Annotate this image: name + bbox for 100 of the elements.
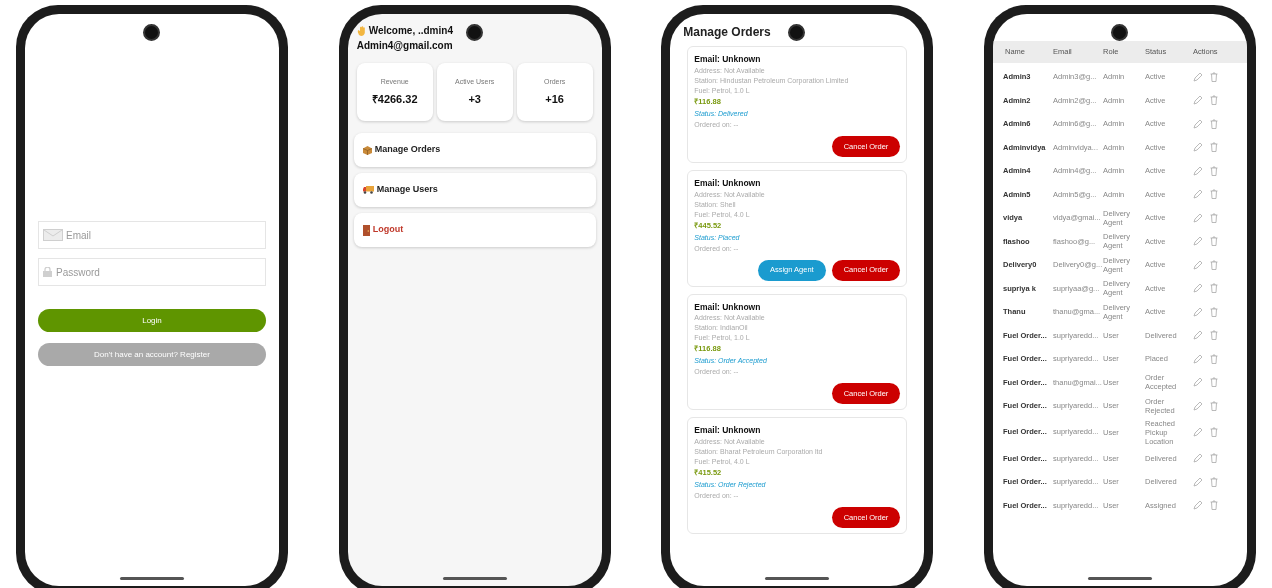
trash-icon xyxy=(1209,95,1218,106)
trash-icon xyxy=(1209,189,1218,200)
delete-button[interactable] xyxy=(1209,427,1218,437)
edit-button[interactable] xyxy=(1192,353,1203,364)
menu-item[interactable]: Manage Users xyxy=(353,173,596,207)
delete-button[interactable] xyxy=(1209,400,1218,411)
delete-button[interactable] xyxy=(1209,95,1218,106)
pencil-icon xyxy=(1192,212,1203,223)
delete-button[interactable] xyxy=(1209,236,1218,247)
stat-value: +16 xyxy=(545,91,564,107)
delete-button[interactable] xyxy=(1209,165,1218,176)
pencil-icon xyxy=(1192,118,1203,129)
email-field[interactable]: Email xyxy=(38,221,266,249)
edit-button[interactable] xyxy=(1192,212,1203,223)
login-button[interactable]: Login xyxy=(38,309,266,332)
delete-button[interactable] xyxy=(1209,212,1218,223)
trash-icon xyxy=(1209,500,1218,511)
trash-icon xyxy=(1209,236,1218,247)
delete-button[interactable] xyxy=(1209,453,1218,464)
delete-button[interactable] xyxy=(1209,142,1218,153)
delete-button[interactable] xyxy=(1209,189,1218,200)
pencil-icon xyxy=(1192,95,1203,106)
delete-button[interactable] xyxy=(1209,118,1218,129)
delete-button[interactable] xyxy=(1209,259,1218,270)
camera-hole xyxy=(143,24,160,41)
menu-item[interactable]: Manage Orders xyxy=(353,133,596,167)
trash-icon xyxy=(1209,427,1218,437)
pencil-icon xyxy=(1192,306,1203,317)
user-email: Admin4@gmail.com xyxy=(356,39,454,53)
edit-button[interactable] xyxy=(1192,500,1203,511)
home-indicator xyxy=(442,577,507,580)
order-email: Email: Unknown xyxy=(694,176,762,190)
truck-icon xyxy=(362,186,374,194)
trash-icon xyxy=(1209,71,1218,82)
pencil-icon xyxy=(1192,189,1203,200)
welcome-text: Welcome, ..dmin4 xyxy=(368,24,453,38)
trash-icon xyxy=(1209,283,1218,294)
lock-icon xyxy=(43,267,52,277)
pencil-icon xyxy=(1192,283,1203,294)
trash-icon xyxy=(1209,377,1218,388)
trash-icon xyxy=(1209,453,1218,464)
edit-button[interactable] xyxy=(1192,189,1203,200)
order-email: Email: Unknown xyxy=(694,300,762,314)
pencil-icon xyxy=(1192,142,1203,153)
delete-button[interactable] xyxy=(1209,283,1218,294)
pencil-icon xyxy=(1192,259,1203,270)
mail-icon xyxy=(43,229,63,241)
delete-button[interactable] xyxy=(1209,377,1218,388)
pencil-icon xyxy=(1192,453,1203,464)
home-indicator xyxy=(1087,577,1152,580)
pencil-icon xyxy=(1192,500,1203,511)
delete-button[interactable] xyxy=(1209,353,1218,364)
order-email: Email: Unknown xyxy=(694,53,762,66)
pencil-icon xyxy=(1192,476,1203,487)
page-title: Manage Orders xyxy=(683,24,771,41)
stat-value: ₹4266.32 xyxy=(371,91,418,107)
home-indicator xyxy=(765,577,830,580)
delete-button[interactable] xyxy=(1209,476,1218,487)
camera-hole xyxy=(1110,24,1128,41)
edit-button[interactable] xyxy=(1192,259,1203,270)
stat-value: +3 xyxy=(468,91,481,107)
trash-icon xyxy=(1209,306,1218,317)
edit-button[interactable] xyxy=(1192,236,1203,247)
password-field[interactable]: Password xyxy=(38,258,266,286)
trash-icon xyxy=(1209,330,1218,341)
edit-button[interactable] xyxy=(1192,71,1203,82)
pencil-icon xyxy=(1192,427,1203,437)
edit-button[interactable] xyxy=(1192,142,1203,153)
edit-button[interactable] xyxy=(1192,95,1203,106)
edit-button[interactable] xyxy=(1192,118,1203,129)
edit-button[interactable] xyxy=(1192,306,1203,317)
edit-button[interactable] xyxy=(1192,377,1203,388)
edit-button[interactable] xyxy=(1192,283,1203,294)
trash-icon xyxy=(1209,353,1218,364)
edit-button[interactable] xyxy=(1192,165,1203,176)
edit-button[interactable] xyxy=(1192,453,1203,464)
pencil-icon xyxy=(1192,236,1203,247)
logout-button[interactable]: Logout xyxy=(353,213,596,247)
edit-button[interactable] xyxy=(1192,476,1203,487)
edit-button[interactable] xyxy=(1192,330,1203,341)
trash-icon xyxy=(1209,212,1218,223)
edit-button[interactable] xyxy=(1192,400,1203,411)
delete-button[interactable] xyxy=(1209,330,1218,341)
pencil-icon xyxy=(1192,165,1203,176)
box-icon xyxy=(362,145,372,155)
pencil-icon xyxy=(1192,330,1203,341)
trash-icon xyxy=(1209,259,1218,270)
trash-icon xyxy=(1209,165,1218,176)
edit-button[interactable] xyxy=(1192,427,1203,437)
trash-icon xyxy=(1209,142,1218,153)
trash-icon xyxy=(1209,400,1218,411)
waving-hand-icon xyxy=(356,25,366,36)
delete-button[interactable] xyxy=(1209,500,1218,511)
delete-button[interactable] xyxy=(1209,71,1218,82)
pencil-icon xyxy=(1192,377,1203,388)
delete-button[interactable] xyxy=(1209,306,1218,317)
camera-hole xyxy=(788,24,806,41)
pencil-icon xyxy=(1192,71,1203,82)
trash-icon xyxy=(1209,476,1218,487)
order-email: Email: Unknown xyxy=(694,424,762,437)
